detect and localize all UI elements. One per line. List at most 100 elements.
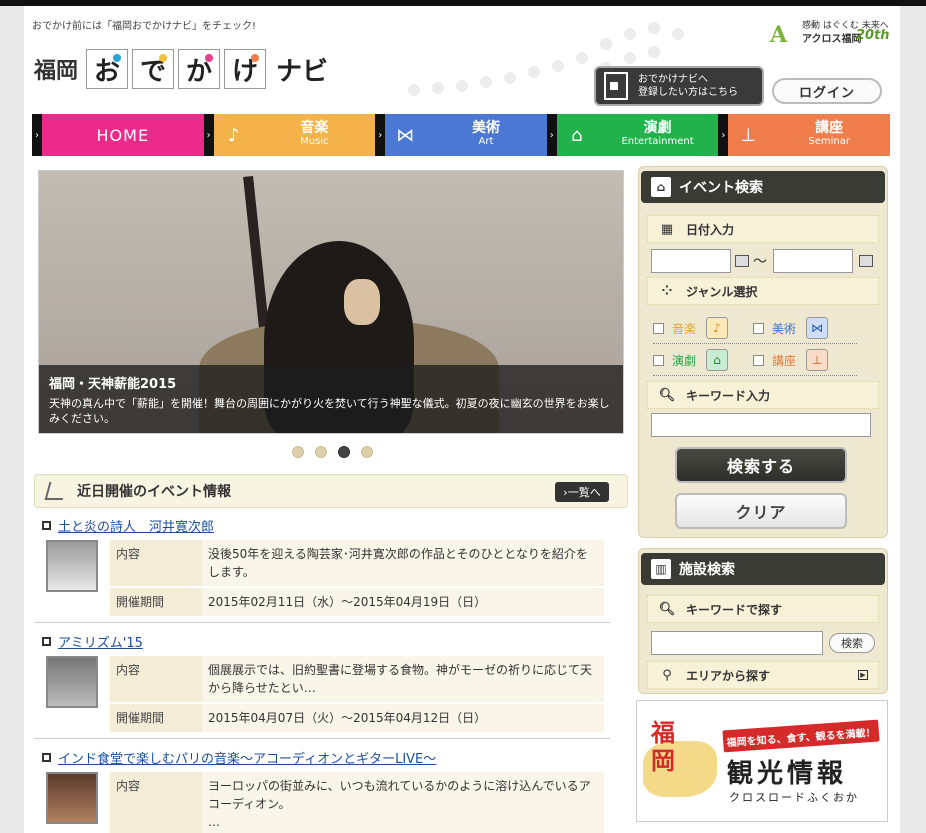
nav-seminar-en: Seminar (808, 136, 850, 147)
keyword-input[interactable] (651, 413, 871, 437)
genre-art-checkbox[interactable] (753, 322, 764, 334)
event-title-link[interactable]: インド食堂で楽しむパリの音楽～アコーディオンとギターLIVE～ (58, 748, 436, 767)
nav-seminar[interactable]: › ⊥ 講座 Seminar (718, 114, 890, 156)
register-button[interactable]: おでかけナビへ 登録したい方はこちら (594, 66, 764, 106)
genre-entertainment[interactable]: 演劇 ⌂ (653, 349, 753, 371)
event-thumbnail[interactable] (46, 540, 98, 592)
pager-dot-4[interactable] (361, 446, 373, 458)
facility-keyword-section: 🔍︎ キーワードで探す (647, 595, 879, 623)
logo-tile: か (178, 49, 221, 89)
search-icon: 🔍︎ (658, 387, 676, 403)
nav-arrow-icon: › (375, 114, 386, 156)
pager-dot-3[interactable] (338, 446, 350, 458)
genre-music-label: 音楽 (672, 321, 697, 336)
nav-arrow-icon: › (718, 114, 729, 156)
event-details: 内容 没後50年を迎える陶芸家･河井寛次郎の作品とそのひととなりを紹介をします。 … (110, 538, 604, 618)
hero-slider[interactable]: 福岡・天神薪能2015 天神の真ん中で「薪能」を開催！舞台の周囲にかがり火を焚い… (38, 170, 624, 434)
genre-seminar[interactable]: 講座 ⊥ (753, 349, 853, 371)
event-content-key: 内容 (110, 540, 202, 586)
genre-music[interactable]: 音楽 ♪ (653, 317, 753, 339)
art-icon: ⋈ (396, 124, 415, 146)
divider (34, 622, 610, 623)
logo-prefix: 福岡 (34, 58, 79, 84)
login-button[interactable]: ログイン (772, 78, 882, 104)
facility-search-button[interactable]: 検索 (829, 633, 875, 653)
site-logo[interactable]: 福岡 お で か け ナビ (34, 48, 328, 90)
event-title-link[interactable]: 土と炎の詩人 河井寛次郎 (58, 516, 214, 535)
event-content: ヨーロッパの街並みに、いつも流れているかのように溶け込んでいるアコーディオン。 (208, 779, 591, 811)
nav-entertainment[interactable]: › ⌂ 演劇 Entertainment (546, 114, 719, 156)
event-period: 2015年02月11日（水）～2015年04月19日（日） (202, 588, 604, 616)
event-content-key: 内容 (110, 772, 202, 833)
calendar-icon[interactable] (859, 255, 873, 267)
nav-music-en: Music (300, 136, 329, 147)
music-note-icon: ♪ (227, 124, 240, 146)
slide-caption: 福岡・天神薪能2015 天神の真ん中で「薪能」を開催！舞台の周囲にかがり火を焚い… (39, 365, 623, 433)
logo-tile: お (86, 49, 129, 89)
event-period-key: 開催期間 (110, 588, 202, 616)
event-item: インド食堂で楽しむパリの音楽～アコーディオンとギターLIVE～ 内容 ヨーロッパの… (42, 748, 610, 833)
banner-title: 観光情報 (727, 759, 848, 789)
genre-entertainment-checkbox[interactable] (653, 354, 664, 366)
nav-entertainment-jp: 演劇 (643, 120, 672, 136)
seminar-icon: ⊥ (806, 349, 829, 371)
banner-subtitle: クロスロードふくおか (729, 791, 859, 804)
genre-music-checkbox[interactable] (653, 322, 664, 334)
genre-art-label: 美術 (772, 321, 797, 336)
search-icon: 🔍︎ (658, 601, 676, 617)
facility-keyword-label: キーワードで探す (686, 602, 783, 617)
pager-dot-2[interactable] (315, 446, 327, 458)
event-thumbnail[interactable] (46, 656, 98, 708)
arrow-right-icon: ▶ (858, 670, 868, 680)
slide-title: 福岡・天神薪能2015 (49, 377, 177, 392)
calendar-icon: ▦ (660, 221, 674, 237)
event-content: 個展展示では、旧約聖書に登場する食物。神がモーゼの祈りに応じて天から降らせたとい… (202, 656, 604, 702)
genre-label: ジャンル選択 (686, 284, 758, 299)
hanger-icon: ⌂ (651, 177, 671, 197)
nav-art-jp: 美術 (471, 120, 500, 136)
date-from-input[interactable] (651, 249, 731, 273)
building-icon: ▥ (651, 559, 671, 579)
date-to-input[interactable] (773, 249, 853, 273)
theater-icon: ⌂ (706, 349, 729, 371)
nav-art[interactable]: › ⋈ 美術 Art (375, 114, 547, 156)
genre-entertainment-label: 演劇 (672, 353, 697, 368)
slider-pager (292, 446, 384, 458)
register-line2: 登録したい方はこちら (638, 87, 738, 98)
facility-keyword-input[interactable] (651, 631, 823, 655)
event-thumbnail[interactable] (46, 772, 98, 824)
clear-button[interactable]: クリア (675, 493, 847, 529)
main-nav: › HOME › ♪ 音楽 Music › ⋈ 美術 Art › ⌂ 演劇 Enter… (32, 114, 890, 156)
search-button[interactable]: 検索する (675, 447, 847, 483)
pager-dot-1[interactable] (292, 446, 304, 458)
nav-seminar-jp: 講座 (815, 120, 844, 136)
theater-icon: ⌂ (571, 124, 583, 146)
genre-seminar-checkbox[interactable] (753, 354, 764, 366)
nav-arrow-icon: › (32, 114, 42, 156)
logo-suffix: ナビ (276, 56, 329, 87)
art-icon: ⋈ (806, 317, 829, 339)
events-heading-bar: 近日開催のイベント情報 ›一覧へ (34, 474, 628, 508)
event-details: 内容 個展展示では、旧約聖書に登場する食物。神がモーゼの祈りに応じて天から降らせた… (110, 654, 604, 734)
event-content-key: 内容 (110, 656, 202, 702)
nav-home[interactable]: › HOME (32, 114, 204, 156)
tourism-banner[interactable]: 福 岡 福岡を知る、食す、観るを満載！ 観光情報 クロスロードふくおか (636, 700, 888, 822)
facility-search-title: 施設検索 (679, 562, 735, 578)
divider (34, 738, 610, 739)
genre-art[interactable]: 美術 ⋈ (753, 317, 853, 339)
nav-arrow-icon: › (546, 114, 557, 156)
music-note-icon: ♪ (706, 317, 729, 339)
genre-icon: ⁘ (661, 283, 673, 299)
header-tagline: おでかけ前には「福岡おでかけナビ」をチェック! (32, 21, 257, 32)
date-section: ▦ 日付入力 (647, 215, 879, 243)
nav-music[interactable]: › ♪ 音楽 Music (203, 114, 376, 156)
event-title-link[interactable]: アミリズム'15 (58, 632, 143, 651)
events-more-button[interactable]: ›一覧へ (555, 482, 609, 502)
map-pin-icon: ⚲ (662, 667, 672, 683)
acros-fukuoka-logo[interactable]: A 感動 はぐくむ 未来へ アクロス福岡 20th (770, 16, 890, 48)
area-search-link[interactable]: ⚲ エリアから探す ▶ (647, 661, 879, 689)
calendar-icon[interactable] (735, 255, 749, 267)
keyword-section: 🔍︎ キーワード入力 (647, 381, 879, 409)
nav-art-en: Art (478, 136, 494, 147)
logo-tile: け (224, 49, 267, 89)
